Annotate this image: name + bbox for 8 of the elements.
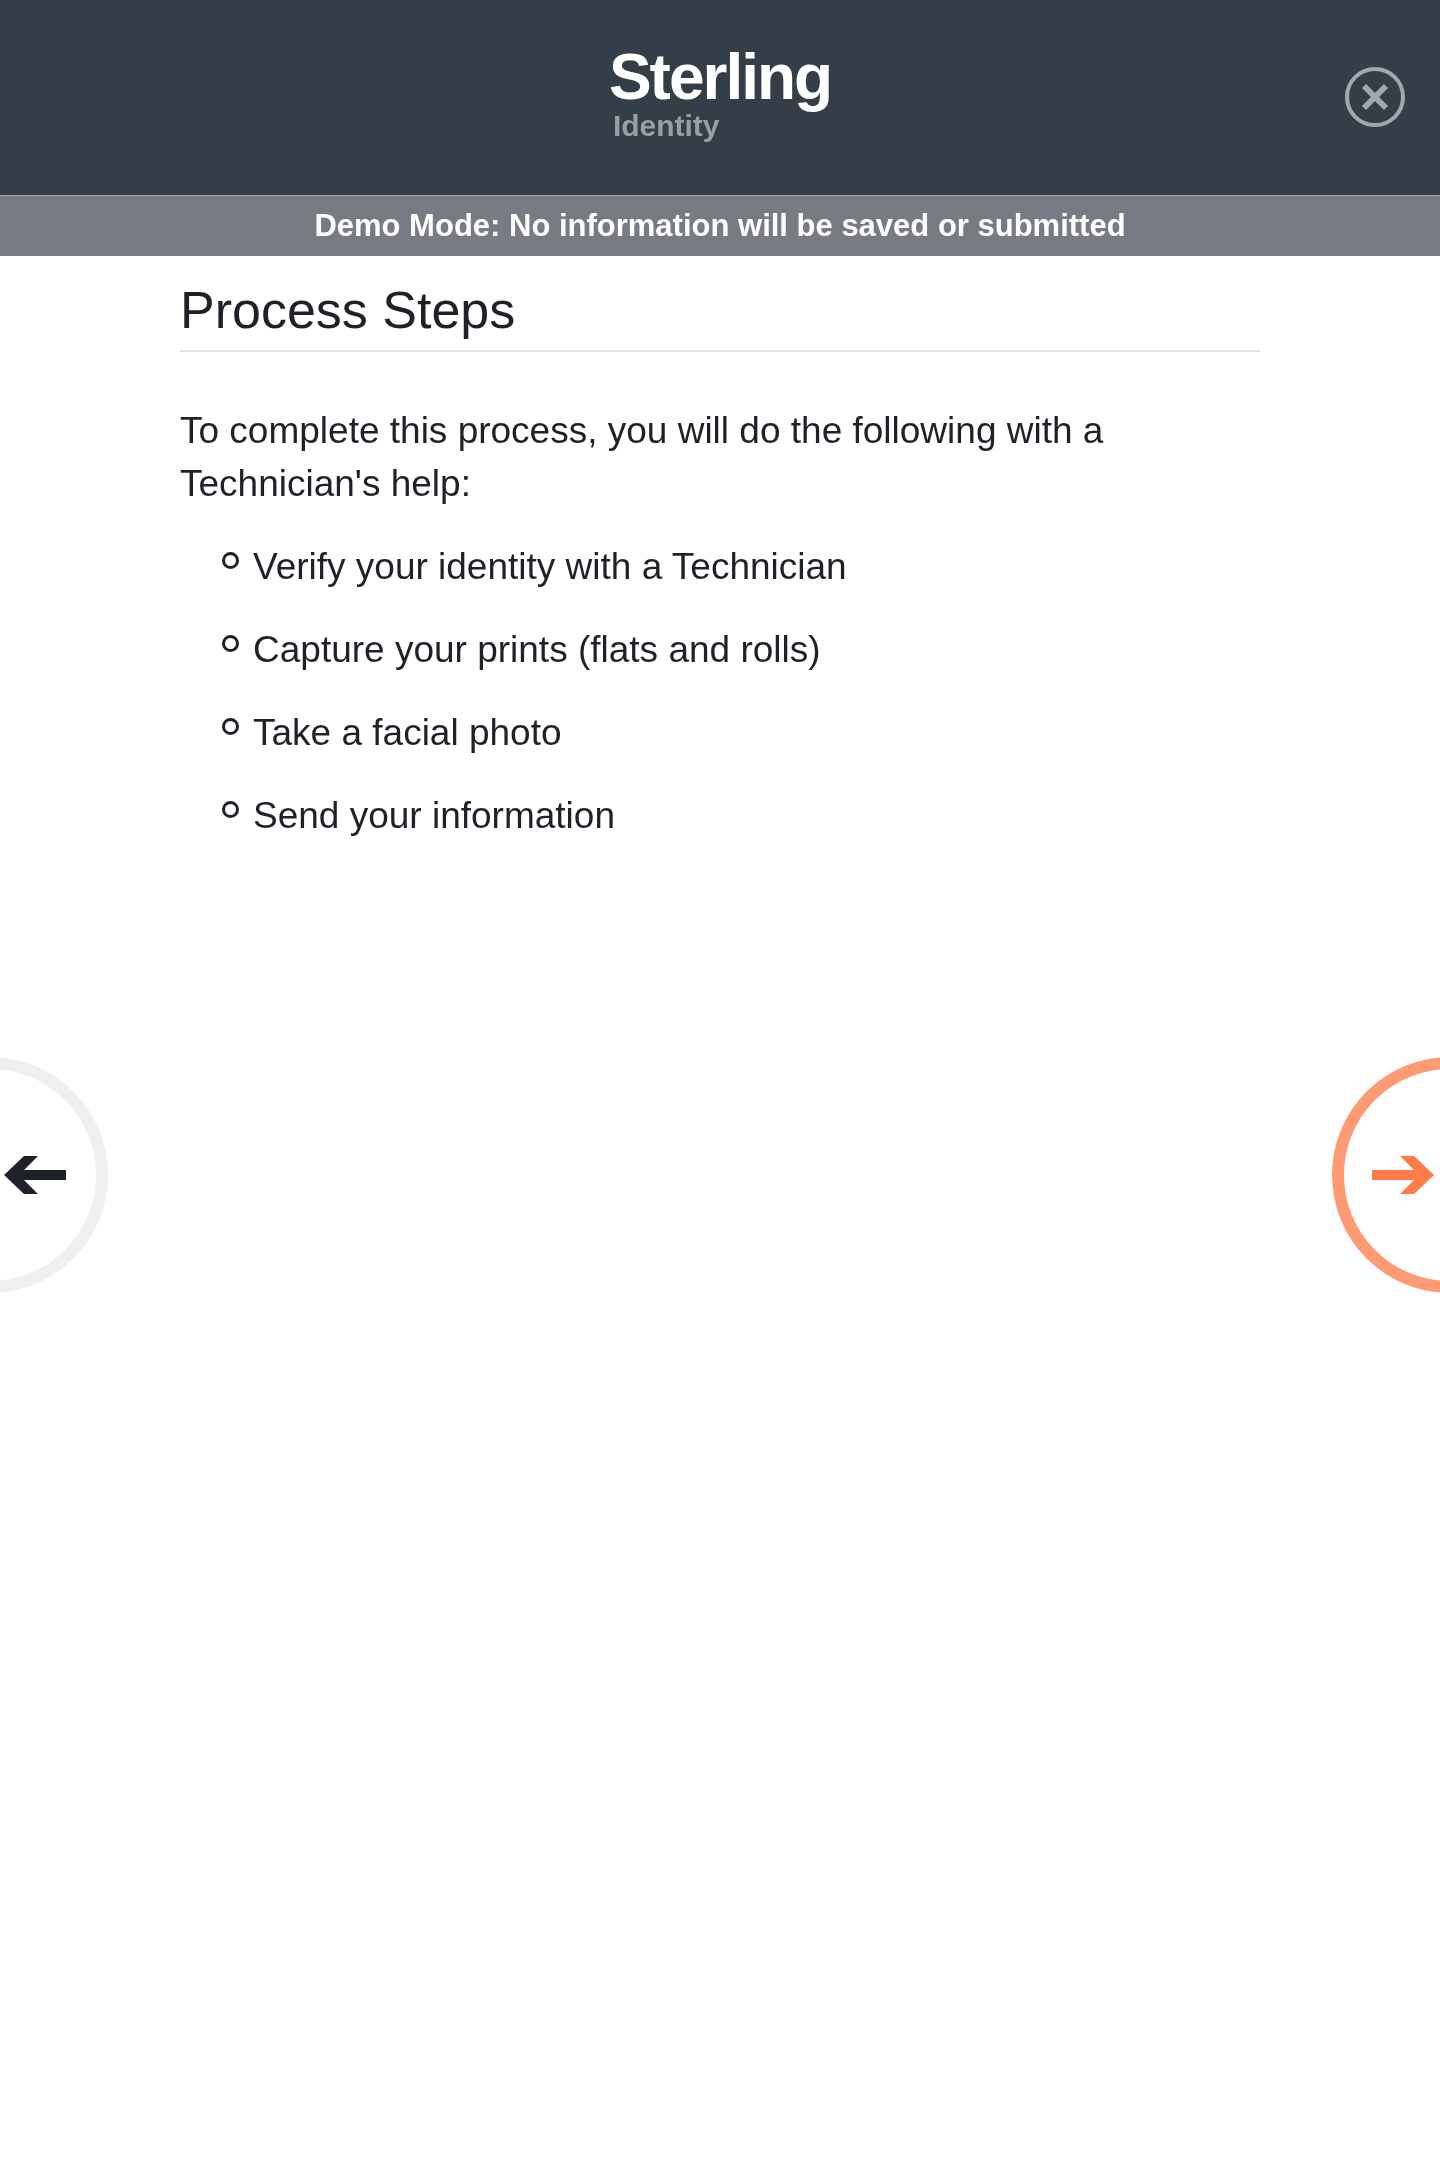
- demo-banner: Demo Mode: No information will be saved or submitted: [0, 195, 1440, 256]
- step-text: Capture your prints (flats and rolls): [253, 628, 821, 672]
- page-title: Process Steps: [180, 280, 1260, 352]
- step-text: Send your information: [253, 794, 615, 838]
- step-text: Verify your identity with a Technician: [253, 545, 847, 589]
- intro-text: To complete this process, you will do the following with a Technician's help:: [180, 409, 1105, 506]
- logo-subtitle: Identity: [612, 109, 720, 142]
- step-text: Take a facial photo: [253, 711, 562, 755]
